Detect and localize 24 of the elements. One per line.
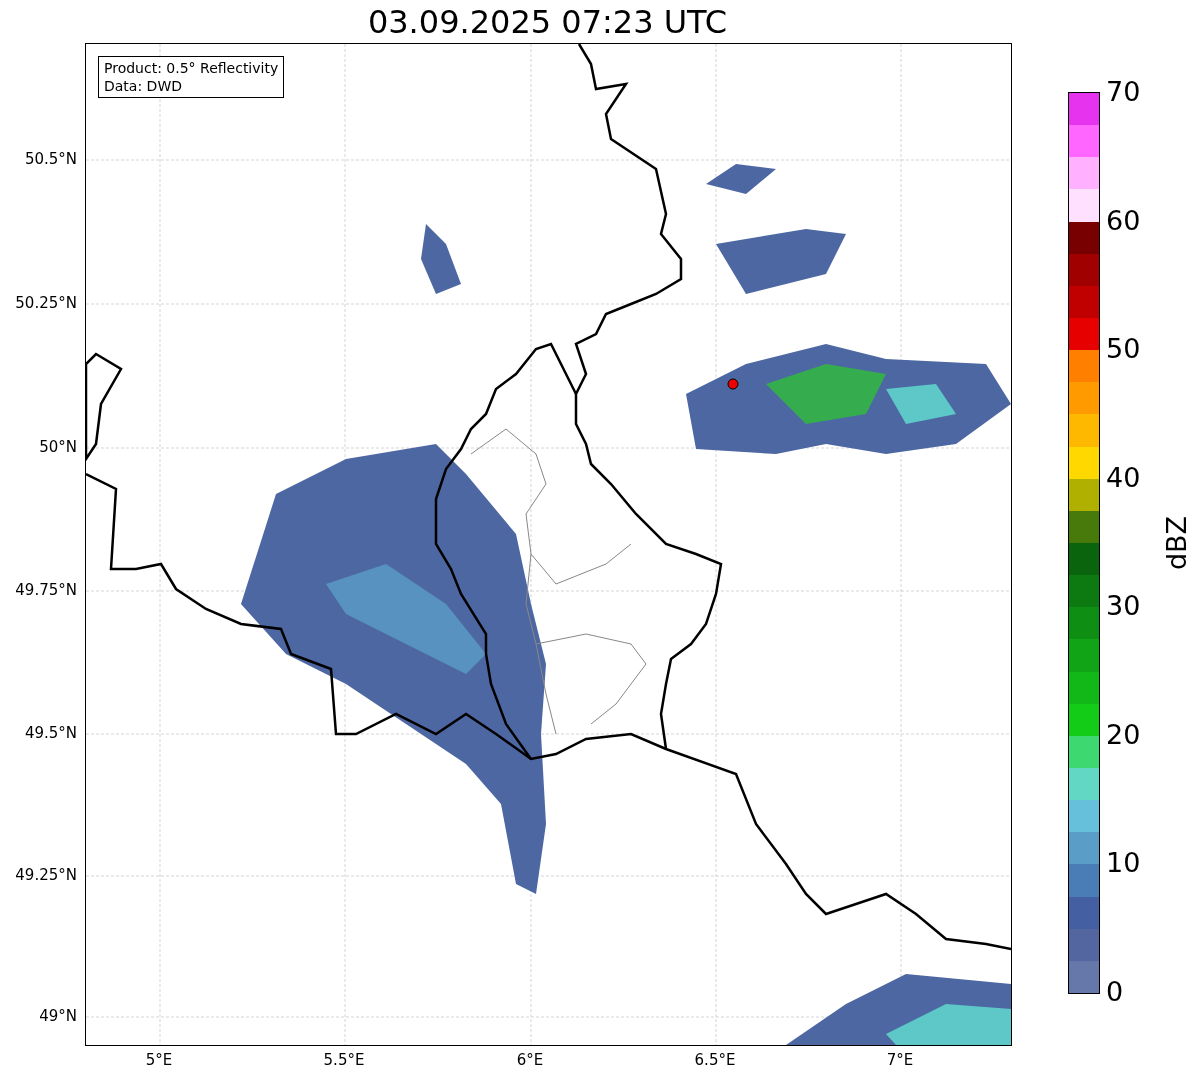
chart-title: 03.09.2025 07:23 UTC [367, 2, 728, 43]
latitude-label: 49.25°N [15, 866, 77, 884]
colorbar-tick-label: 60 [1106, 205, 1141, 236]
colorbar-tick-label: 10 [1106, 848, 1141, 879]
colorbar-tick-label: 50 [1106, 334, 1141, 365]
colorbar-tick-label: 40 [1106, 462, 1141, 493]
colorbar-tick-label: 30 [1106, 591, 1141, 622]
longitude-label: 6.5°E [694, 1051, 736, 1069]
info-text: Data: DWD [104, 77, 183, 95]
info-text: Product: 0.5° Reflectivity [104, 59, 279, 77]
latitude-label: 49.75°N [15, 581, 77, 599]
longitude-label: 7°E [886, 1051, 914, 1069]
latitude-label: 49°N [39, 1007, 77, 1025]
longitude-label: 5.5°E [323, 1051, 365, 1069]
colorbar-tick-label: 20 [1106, 719, 1141, 750]
longitude-label: 5°E [145, 1051, 173, 1069]
colorbar-tick-label: 70 [1106, 77, 1141, 107]
latitude-label: 49.5°N [24, 724, 77, 742]
latitude-label: 50°N [39, 438, 77, 456]
colorbar-label: dBZ [1162, 515, 1193, 571]
longitude-label: 6°E [516, 1051, 544, 1069]
latitude-label: 50.25°N [15, 294, 77, 312]
colorbar-tick-label: 0 [1106, 977, 1124, 1007]
latitude-label: 50.5°N [24, 150, 77, 168]
